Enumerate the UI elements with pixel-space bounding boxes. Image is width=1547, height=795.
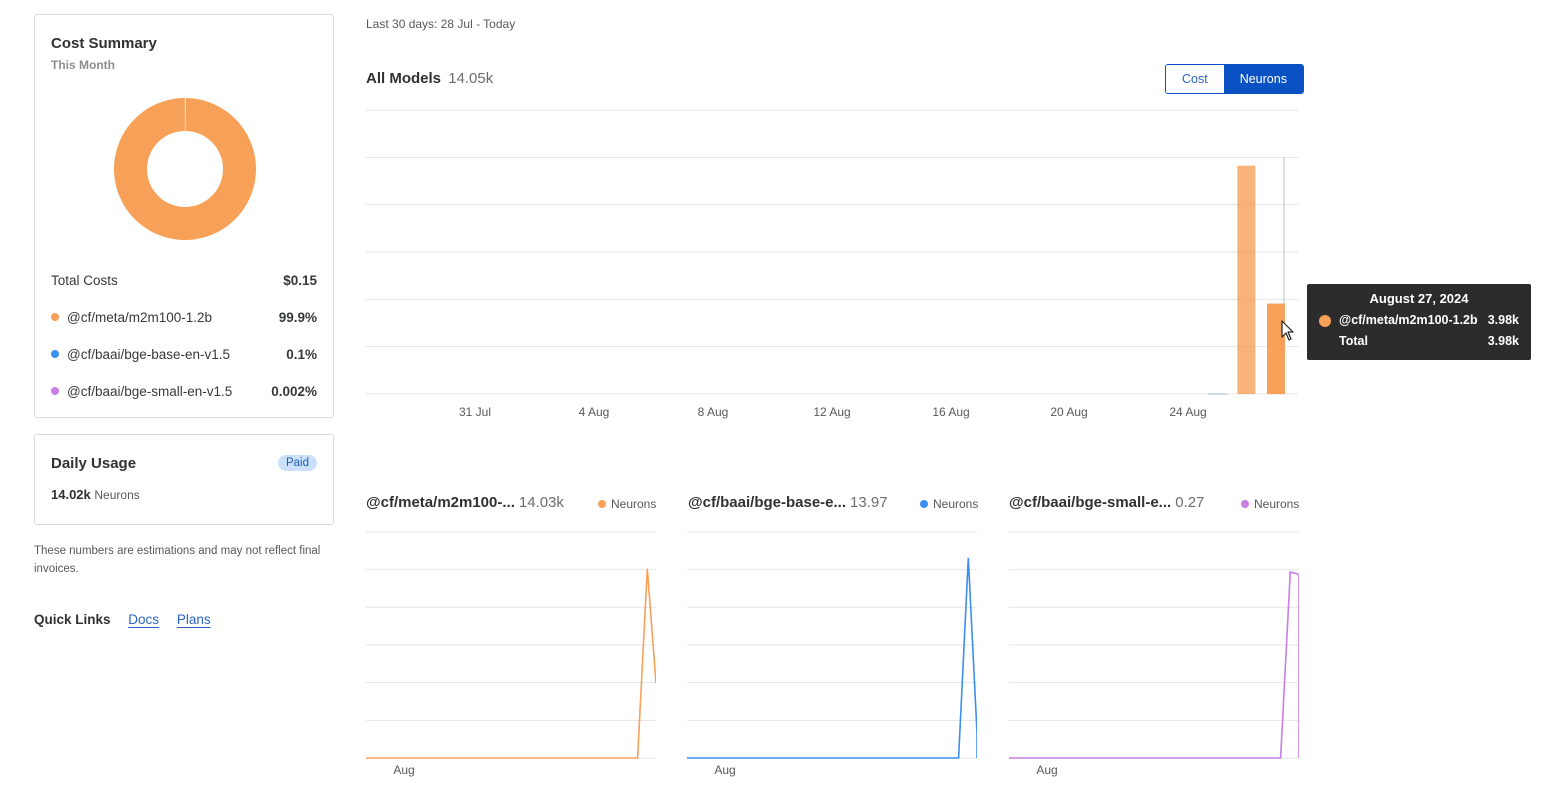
mini-chart-name: @cf/baai/bge-base-e... [688, 494, 847, 511]
mini-chart-title-bge-base: @cf/baai/bge-base-e... 13.97 [688, 494, 888, 511]
x-tick-label: 4 Aug [579, 405, 610, 419]
tooltip-model-value: 3.98k [1487, 313, 1519, 327]
x-tick-label: 16 Aug [932, 405, 969, 419]
daily-usage-value-row: 14.02k Neurons [51, 487, 140, 502]
bar [1237, 165, 1256, 394]
mini-chart-total: 14.03k [518, 494, 564, 511]
x-tick-label: 8 Aug [698, 405, 729, 419]
quick-links-label: Quick Links [34, 612, 111, 627]
model-color-dot [51, 387, 59, 395]
model-row-m2m100: @cf/meta/m2m100-1.2b 99.9% [51, 310, 317, 330]
legend-label: Neurons [933, 497, 979, 511]
total-costs-value: $0.15 [283, 273, 317, 288]
main-chart-title: All Models 14.05k [366, 70, 493, 87]
model-color-dot [51, 350, 59, 358]
mini-chart-title-bge-small: @cf/baai/bge-small-e... 0.27 [1009, 494, 1204, 511]
donut-slice [114, 98, 257, 241]
quick-links: Quick Links Docs Plans [34, 612, 225, 627]
x-tick-label: 20 Aug [1050, 405, 1087, 419]
chart-tooltip: August 27, 2024 @cf/meta/m2m100-1.2b 3.9… [1307, 284, 1531, 360]
mini-chart-total: 13.97 [850, 494, 888, 511]
legend-label: Neurons [611, 497, 657, 511]
daily-usage-title: Daily Usage [51, 455, 137, 472]
legend-dot [1241, 500, 1249, 508]
model-share: 99.9% [278, 310, 317, 325]
x-tick-label: 12 Aug [813, 405, 850, 419]
model-share: 0.1% [286, 347, 317, 362]
tooltip-total-row: Total 3.98k [1319, 334, 1519, 352]
main-chart-name: All Models [366, 70, 442, 87]
model-share: 0.002% [271, 384, 317, 399]
tooltip-date: August 27, 2024 [1369, 291, 1469, 306]
tooltip-color-dot [1319, 315, 1331, 327]
metric-toggle: Cost Neurons [1165, 64, 1304, 94]
x-tick-label: 31 Jul [459, 405, 491, 419]
daily-usage-card: Daily Usage Paid 14.02k Neurons [34, 434, 334, 525]
model-row-bge-small: @cf/baai/bge-small-en-v1.5 0.002% [51, 384, 317, 404]
cost-summary-subtitle: This Month [51, 58, 115, 72]
tooltip-model-row: @cf/meta/m2m100-1.2b 3.98k [1319, 313, 1519, 331]
model-name: @cf/meta/m2m100-1.2b [67, 310, 213, 325]
model-name: @cf/baai/bge-small-en-v1.5 [67, 384, 233, 399]
estimation-note: These numbers are estimations and may no… [34, 545, 321, 575]
mini-chart-title-m2m100: @cf/meta/m2m100-... 14.03k [366, 494, 564, 511]
bge-base-line-chart: Aug [687, 531, 977, 777]
legend-dot [920, 500, 928, 508]
daily-usage-unit: Neurons [94, 488, 140, 502]
mini-legend-bge-small: Neurons [1241, 497, 1299, 511]
model-color-dot [51, 313, 59, 321]
total-costs-row: Total Costs $0.15 [51, 273, 317, 293]
mini-chart-name: @cf/baai/bge-small-e... [1009, 494, 1172, 511]
mini-legend-m2m100: Neurons [598, 497, 656, 511]
m2m100-line-chart: Aug [366, 531, 656, 777]
x-tick-label: Aug [1036, 763, 1057, 777]
total-costs-label: Total Costs [51, 273, 118, 288]
daily-usage-value: 14.02k [51, 487, 91, 502]
x-tick-label: 24 Aug [1169, 405, 1206, 419]
series-line [1009, 570, 1299, 759]
mini-legend-bge-base: Neurons [920, 497, 978, 511]
main-chart-total: 14.05k [448, 70, 494, 87]
cost-toggle-button[interactable]: Cost [1166, 65, 1224, 93]
legend-dot [598, 500, 606, 508]
docs-link[interactable]: Docs [128, 612, 159, 627]
mini-chart-name: @cf/meta/m2m100-... [366, 494, 515, 511]
mini-chart-total: 0.27 [1175, 494, 1205, 511]
x-tick-label: Aug [714, 763, 735, 777]
tooltip-total-label: Total [1339, 334, 1368, 348]
bar [1267, 303, 1285, 394]
tooltip-total-value: 3.98k [1487, 334, 1519, 348]
model-row-bge-base: @cf/baai/bge-base-en-v1.5 0.1% [51, 347, 317, 367]
x-tick-label: Aug [393, 763, 414, 777]
cost-summary-title: Cost Summary [51, 35, 157, 52]
bge-small-line-chart: Aug [1009, 531, 1299, 777]
plans-link[interactable]: Plans [177, 612, 211, 627]
plan-badge: Paid [277, 455, 317, 471]
series-line [687, 557, 977, 759]
model-name: @cf/baai/bge-base-en-v1.5 [67, 347, 231, 362]
cost-summary-card: Cost Summary This Month Total Costs $0.1… [34, 14, 334, 418]
tooltip-model-name: @cf/meta/m2m100-1.2b [1339, 313, 1478, 327]
date-range-label: Last 30 days: 28 Jul - Today [366, 17, 516, 31]
series-line [366, 568, 656, 759]
cost-donut-chart [114, 98, 257, 241]
legend-label: Neurons [1254, 497, 1300, 511]
neurons-toggle-button[interactable]: Neurons [1223, 65, 1303, 93]
mouse-cursor-icon [1281, 320, 1294, 341]
all-models-bar-chart: 31 Jul 4 Aug 8 Aug 12 Aug 16 Aug 20 Aug 24 Aug [366, 109, 1298, 419]
